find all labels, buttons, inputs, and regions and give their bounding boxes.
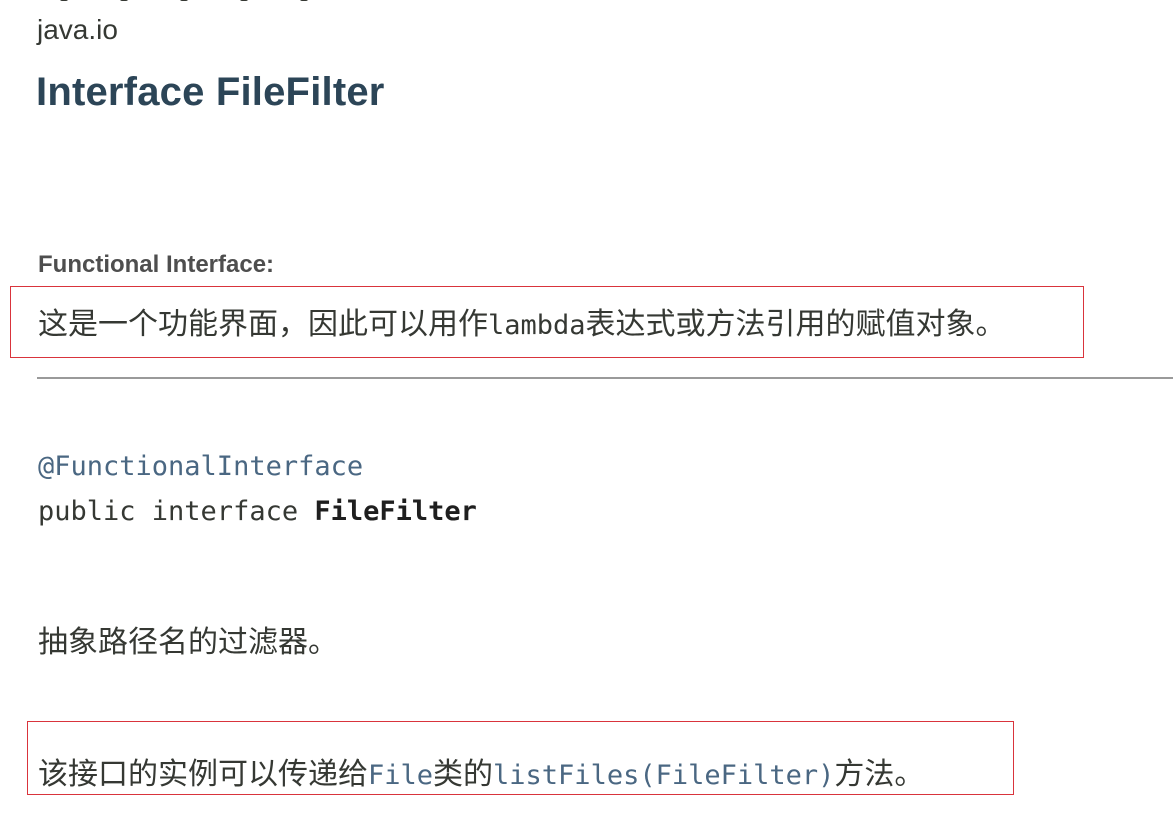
clipped-top-text <box>60 0 480 4</box>
signature-keywords: public interface <box>38 496 315 527</box>
functional-interface-description: 这是一个功能界面，因此可以用作lambda表达式或方法引用的赋值对象。 <box>38 299 1006 343</box>
fi-desc-prefix: 这是一个功能界面，因此可以用作 <box>38 307 488 342</box>
page-title: Interface FileFilter <box>36 70 385 114</box>
fi-desc-suffix: 表达式或方法引用的赋值对象。 <box>585 307 1006 342</box>
signature-declaration: public interface FileFilter <box>38 496 477 527</box>
class-usage-description: 该接口的实例可以传递给File类的listFiles(FileFilter)方法… <box>38 749 924 793</box>
fi-desc-code: lambda <box>488 310 586 341</box>
signature-type-name: FileFilter <box>314 496 477 527</box>
functional-interface-label: Functional Interface: <box>38 251 275 278</box>
clipped-glyph <box>60 0 68 1</box>
package-name: java.io <box>37 14 118 45</box>
signature-annotation-link[interactable]: @FunctionalInterface <box>38 451 363 482</box>
clipped-glyph <box>180 0 188 1</box>
clipped-glyph <box>120 0 128 1</box>
section-divider <box>37 377 1173 379</box>
listfiles-method-link[interactable]: listFiles(FileFilter) <box>493 760 834 791</box>
usage-prefix: 该接口的实例可以传递给 <box>38 757 368 792</box>
clipped-glyph <box>300 0 308 1</box>
file-class-link[interactable]: File <box>368 760 433 791</box>
usage-suffix: 方法。 <box>834 757 925 792</box>
clipped-glyph <box>240 0 248 1</box>
class-description: 抽象路径名的过滤器。 <box>38 625 338 660</box>
usage-mid: 类的 <box>433 757 494 792</box>
